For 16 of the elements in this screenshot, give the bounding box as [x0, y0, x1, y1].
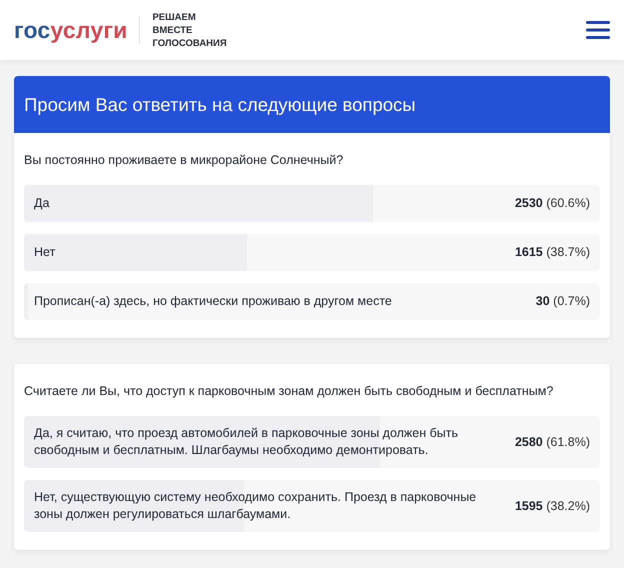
- answer-label: Нет: [34, 244, 56, 261]
- question-text: Считаете ли Вы, что доступ к парковочным зонам должен быть свободным и бесплатным?: [24, 384, 554, 398]
- logo[interactable]: госуслуги: [14, 16, 128, 44]
- question-text: Вы постоянно проживаете в микрорайоне Солнечный?: [24, 153, 344, 167]
- menu-icon[interactable]: [586, 20, 610, 40]
- result-count: 1595 (38.2%): [514, 498, 590, 514]
- answer-label: Да: [34, 195, 50, 212]
- result-count: 1615 (38.7%): [514, 244, 590, 261]
- tagline: РЕШАЕМ ВМЕСТЕ ГОЛОСОВАНИЯ: [152, 10, 228, 50]
- result-count: 2530 (60.6%): [514, 195, 590, 212]
- page-banner: Просим Вас ответить на следующие вопросы: [14, 76, 610, 133]
- answer-label: Нет, существующую систему необходимо сохранить. Проезд в парковочные зоны должен регулироваться шлагбаумами.: [34, 489, 478, 523]
- result-count: 2580 (61.8%): [514, 434, 590, 450]
- result-count: 30 (0.7%): [536, 293, 590, 310]
- answer-label: Прописан(-а) здесь, но фактически проживаю в другом месте: [34, 293, 393, 310]
- answer-label: Да, я считаю, что проезд автомобилей в парковочные зоны должен быть свободным и бесплатным. Шлагбаумы необходимо демонтировать.: [34, 425, 459, 459]
